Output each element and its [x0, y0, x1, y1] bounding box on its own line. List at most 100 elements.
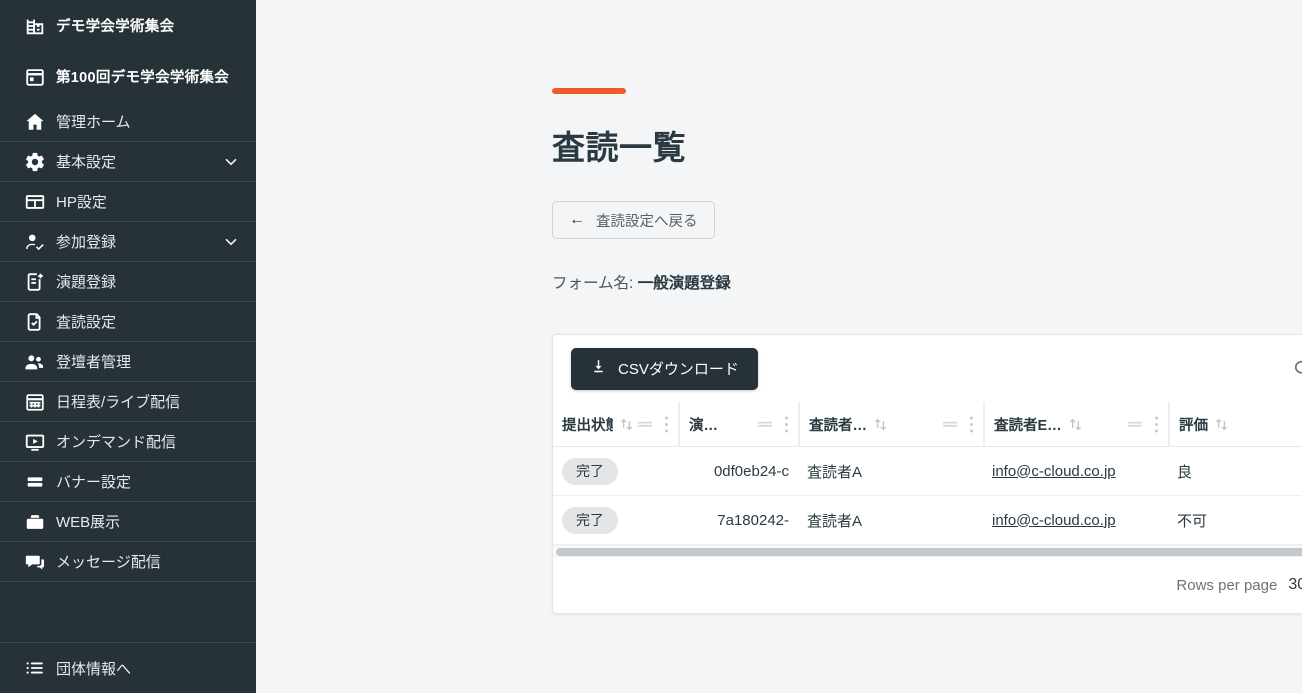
cell-abstract-id: 0df0eb24-c — [678, 446, 798, 496]
sidebar-item-label: 基本設定 — [56, 154, 117, 171]
cell-reviewer-name: 査読者A — [798, 495, 983, 545]
sidebar-brand-organization-label: デモ学会学術集会 — [56, 19, 175, 35]
video-icon — [16, 431, 56, 453]
sidebar-item-label: バナー設定 — [56, 474, 132, 491]
column-header-label: 提出状態 — [562, 417, 613, 434]
column-header-reviewer-name[interactable]: 査読者… — [798, 402, 983, 447]
sidebar-item-schedule-live[interactable]: 日程表/ライブ配信 — [0, 382, 256, 422]
chevron-down-icon[interactable] — [222, 153, 240, 171]
column-header-label: 査読者… — [809, 417, 867, 434]
sidebar-brand-organization[interactable]: デモ学会学術集会 — [0, 0, 256, 51]
back-button-label: 査読設定へ戻る — [596, 213, 698, 230]
column-header-evaluation[interactable]: 評価 — [1168, 402, 1302, 447]
cell-submission-status: 完了 — [553, 495, 678, 545]
csv-download-label: CSVダウンロード — [618, 361, 739, 378]
chevron-down-icon[interactable] — [222, 233, 240, 251]
sort-icon[interactable] — [1215, 417, 1228, 432]
cell-evaluation: 不可 — [1168, 495, 1302, 545]
sidebar-item-label: オンデマンド配信 — [56, 434, 177, 451]
column-resize-handle-icon[interactable] — [1123, 419, 1147, 429]
download-icon — [590, 358, 607, 379]
column-header-abstract-id[interactable]: 演… — [678, 402, 798, 447]
review-table: 提出状態 — [553, 402, 1302, 545]
email-link[interactable]: info@c-cloud.co.jp — [992, 463, 1116, 480]
sort-icon[interactable] — [874, 417, 887, 432]
sidebar-item-organization-info[interactable]: 団体情報へ — [0, 643, 256, 693]
page-title: 査読一覧 — [552, 129, 686, 166]
column-menu-icon[interactable] — [1149, 415, 1164, 434]
column-header-submission-status[interactable]: 提出状態 — [553, 402, 678, 447]
form-name-value: 一般演題登録 — [637, 275, 731, 292]
table-pagination: Rows per page 30 1-2 of 2 — [553, 556, 1302, 613]
column-resize-handle-icon[interactable] — [753, 419, 777, 429]
sidebar-item-web-exhibition[interactable]: WEB展示 — [0, 502, 256, 542]
file-check-icon — [16, 311, 56, 333]
column-resize-handle-icon[interactable] — [938, 419, 962, 429]
column-header-label: 査読者E… — [994, 417, 1062, 434]
sidebar-item-label: 団体情報へ — [56, 660, 132, 678]
sidebar-item-message-delivery[interactable]: メッセージ配信 — [0, 542, 256, 582]
cell-evaluation: 良 — [1168, 446, 1302, 496]
sidebar-item-label: 参加登録 — [56, 234, 117, 251]
sidebar-item-hp-settings[interactable]: HP設定 — [0, 182, 256, 222]
email-link[interactable]: info@c-cloud.co.jp — [992, 512, 1116, 529]
table-body: 完了 0df0eb24-c 査読者A info@c-cloud.co.jp 良 … — [553, 446, 1302, 545]
sidebar-item-admin-home[interactable]: 管理ホーム — [0, 102, 256, 142]
column-menu-icon[interactable] — [779, 415, 794, 434]
column-header-reviewer-email[interactable]: 査読者E… — [983, 402, 1168, 447]
sidebar: デモ学会学術集会 第100回デモ学会学術集会 管理ホーム 基本設定 HP設定 参… — [0, 0, 256, 693]
column-menu-icon[interactable] — [659, 415, 674, 434]
sidebar-item-label: HP設定 — [56, 194, 107, 211]
column-header-label: 演… — [689, 417, 718, 434]
arrow-left-icon: ← — [569, 211, 585, 228]
column-menu-icon[interactable] — [964, 415, 979, 434]
sidebar-item-label: 管理ホーム — [56, 114, 131, 131]
sidebar-item-abstract-registration[interactable]: 演題登録 — [0, 262, 256, 302]
banner-icon — [16, 471, 56, 493]
rows-per-page-value: 30 — [1288, 576, 1302, 593]
main-content: 査読一覧 ← 査読設定へ戻る フォーム名: 一般演題登録 CSVダウンロード 提… — [256, 0, 1302, 693]
rows-per-page-label: Rows per page — [1176, 576, 1278, 594]
home-icon — [16, 111, 56, 133]
app-root: デモ学会学術集会 第100回デモ学会学術集会 管理ホーム 基本設定 HP設定 参… — [0, 0, 1302, 693]
table-head: 提出状態 — [553, 402, 1302, 447]
cell-abstract-id: 7a180242- — [678, 495, 798, 545]
column-resize-handle-icon[interactable] — [633, 419, 657, 429]
sidebar-item-speaker-management[interactable]: 登壇者管理 — [0, 342, 256, 382]
horizontal-scrollbar[interactable] — [553, 545, 1302, 556]
table-toolbar: CSVダウンロード — [553, 335, 1302, 402]
sidebar-item-label: 日程表/ライブ配信 — [56, 394, 181, 411]
calendar-icon — [16, 66, 56, 88]
sidebar-item-ondemand[interactable]: オンデマンド配信 — [0, 422, 256, 462]
sort-icon[interactable] — [1069, 417, 1082, 432]
sidebar-item-basic-settings[interactable]: 基本設定 — [0, 142, 256, 182]
table-tool-icons — [1289, 356, 1302, 382]
user-check-icon — [16, 231, 56, 253]
sort-icon[interactable] — [620, 417, 633, 432]
briefcase-icon — [16, 511, 56, 533]
status-badge: 完了 — [562, 457, 618, 485]
sidebar-brand-event-label: 第100回デモ学会学術集会 — [56, 70, 230, 86]
gear-icon — [16, 151, 56, 173]
table-row[interactable]: 完了 0df0eb24-c 査読者A info@c-cloud.co.jp 良 … — [553, 446, 1302, 496]
table-row[interactable]: 完了 7a180242- 査読者A info@c-cloud.co.jp 不可 … — [553, 495, 1302, 545]
csv-download-button[interactable]: CSVダウンロード — [571, 347, 758, 390]
sidebar-item-review-settings[interactable]: 査読設定 — [0, 302, 256, 342]
table-scroll-region[interactable]: 提出状態 — [553, 402, 1302, 545]
sidebar-item-participant-registration[interactable]: 参加登録 — [0, 222, 256, 262]
horizontal-scrollbar-thumb[interactable] — [556, 548, 1302, 556]
sidebar-item-banner-settings[interactable]: バナー設定 — [0, 462, 256, 502]
file-plus-icon — [16, 271, 56, 293]
table-header-row: 提出状態 — [553, 402, 1302, 447]
sidebar-item-label: 査読設定 — [56, 314, 117, 331]
cell-reviewer-email: info@c-cloud.co.jp — [983, 495, 1168, 545]
people-icon — [16, 351, 56, 373]
review-table-card: CSVダウンロード 提出状 演… 査読者… 査読者E… 評価 完了 0df0eb… — [552, 334, 1302, 614]
message-icon — [16, 551, 56, 573]
back-to-review-settings-button[interactable]: ← 査読設定へ戻る — [552, 201, 715, 239]
column-header-label: 評価 — [1179, 417, 1208, 434]
sidebar-spacer — [0, 582, 256, 643]
rows-per-page-select[interactable]: 30 — [1288, 576, 1302, 594]
sidebar-brand-event[interactable]: 第100回デモ学会学術集会 — [0, 51, 256, 102]
search-icon[interactable] — [1289, 356, 1302, 382]
